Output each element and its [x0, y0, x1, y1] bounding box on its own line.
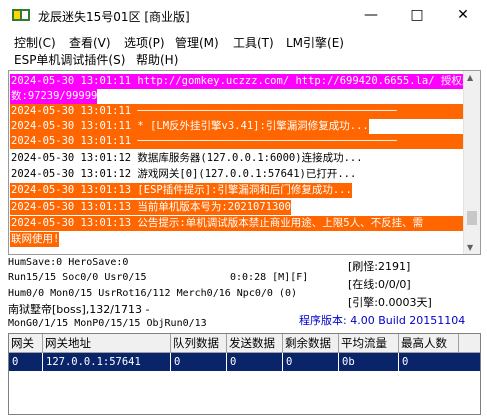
table-cell: 0b [339, 353, 399, 371]
table-header: 网关 网关地址 队列数据 发送数据 剩余数据 平均流量 最高人数 [9, 334, 480, 353]
status-hum: HumSave:0 HeroSave:0 [8, 257, 129, 268]
table-cell: 0 [9, 353, 43, 371]
column-header[interactable]: 剩余数据 [283, 334, 339, 352]
menu-manage[interactable]: 管理(M) [175, 34, 219, 51]
log-line: 2024-05-30 13:01:11 ────────────────────… [10, 134, 463, 149]
table-cell: 0 [283, 353, 339, 371]
log-panel[interactable]: 2024-05-30 13:01:11 http://gomkey.uczzz.… [8, 70, 481, 255]
maximize-button[interactable]: □ [394, 0, 440, 32]
column-header[interactable]: 队列数据 [171, 334, 227, 352]
status-hum2: Hum0/0 Mon0/15 UsrRot16/112 Merch0/16 Np… [8, 288, 297, 299]
status-map: 南狱墅帝[boss],132/1713 - [8, 303, 150, 316]
log-line: 2024-05-30 13:01:11 ────────────────────… [10, 104, 463, 119]
menu-view[interactable]: 查看(V) [69, 34, 111, 51]
status-online: [在线:0/0/0] [348, 278, 411, 291]
menu-control[interactable]: 控制(C) [14, 34, 56, 51]
log-line: 2024-05-30 13:01:13 [ESP插件提示]:引擎漏洞和后门修复成… [10, 183, 352, 198]
app-icon [12, 9, 30, 21]
log-line: 数:97239/99999 [10, 89, 98, 104]
status-timer: 0:0:28 [M][F] [230, 272, 309, 283]
column-header[interactable]: 平均流量 [339, 334, 399, 352]
table-cell: 0 [171, 353, 227, 371]
log-line: 2024-05-30 13:01:11 http://gomkey.uczzz.… [10, 74, 473, 89]
column-header[interactable]: 发送数据 [227, 334, 283, 352]
menu-lm-engine[interactable]: LM引擎(E) [286, 34, 344, 51]
scroll-up-icon[interactable]: ▲ [467, 73, 473, 82]
log-line: 2024-05-30 13:01:13 当前单机版本号为:2021071300 [10, 200, 291, 215]
log-line: 2024-05-30 13:01:12 游戏网关[0](127.0.0.1:57… [11, 168, 357, 180]
table-row[interactable]: 0 127.0.0.1:57641 0 0 0 0b 0 [9, 353, 480, 371]
log-line: 2024-05-30 13:01:13 公告提示:单机调试版本禁止商业用途、上限… [10, 216, 463, 231]
menu-esp-plugin[interactable]: ESP单机调试插件(S) [14, 51, 125, 68]
table-cell: 0 [402, 356, 409, 368]
column-header[interactable]: 网关 [9, 334, 43, 352]
gateway-table[interactable]: 网关 网关地址 队列数据 发送数据 剩余数据 平均流量 最高人数 0 127.0… [8, 333, 481, 415]
status-run: Run15/15 Soc0/0 Usr0/15 [8, 272, 147, 283]
column-header[interactable]: 网关地址 [43, 334, 171, 352]
close-button[interactable]: ✕ [440, 0, 486, 32]
log-line: 联网使用! [10, 232, 60, 247]
log-scrollbar[interactable]: ▲ ▼ [463, 71, 480, 254]
menu-help[interactable]: 帮助(H) [136, 51, 178, 68]
status-mon: MonG0/1/15 MonP0/15/15 ObjRun0/13 [8, 318, 207, 329]
column-header[interactable]: 最高人数 [399, 334, 459, 352]
log-line: 2024-05-30 13:01:12 数据库服务器(127.0.0.1:600… [11, 152, 363, 164]
title-bar: 龙辰迷失15号01区 [商业版] — □ ✕ [0, 0, 487, 32]
table-cell: 127.0.0.1:57641 [43, 353, 171, 371]
window-title: 龙辰迷失15号01区 [商业版] [38, 10, 190, 24]
program-version: 程序版本: 4.00 Build 20151104 [299, 314, 466, 327]
log-line: 2024-05-30 13:01:11 * [LM反外挂引擎v3.41]:引擎漏… [10, 119, 369, 134]
scroll-thumb[interactable] [467, 211, 477, 225]
menu-tools[interactable]: 工具(T) [233, 34, 274, 51]
scroll-down-icon[interactable]: ▼ [467, 243, 473, 252]
table-cell: 0 [227, 353, 283, 371]
menu-options[interactable]: 选项(P) [124, 34, 165, 51]
status-engine: [引擎:0.0003天] [348, 296, 432, 309]
minimize-button[interactable]: — [348, 0, 394, 32]
menu-bar: 控制(C) 查看(V) 选项(P) 管理(M) 工具(T) LM引擎(E) ES… [0, 32, 487, 68]
status-refresh: [刷怪:2191] [348, 260, 411, 273]
